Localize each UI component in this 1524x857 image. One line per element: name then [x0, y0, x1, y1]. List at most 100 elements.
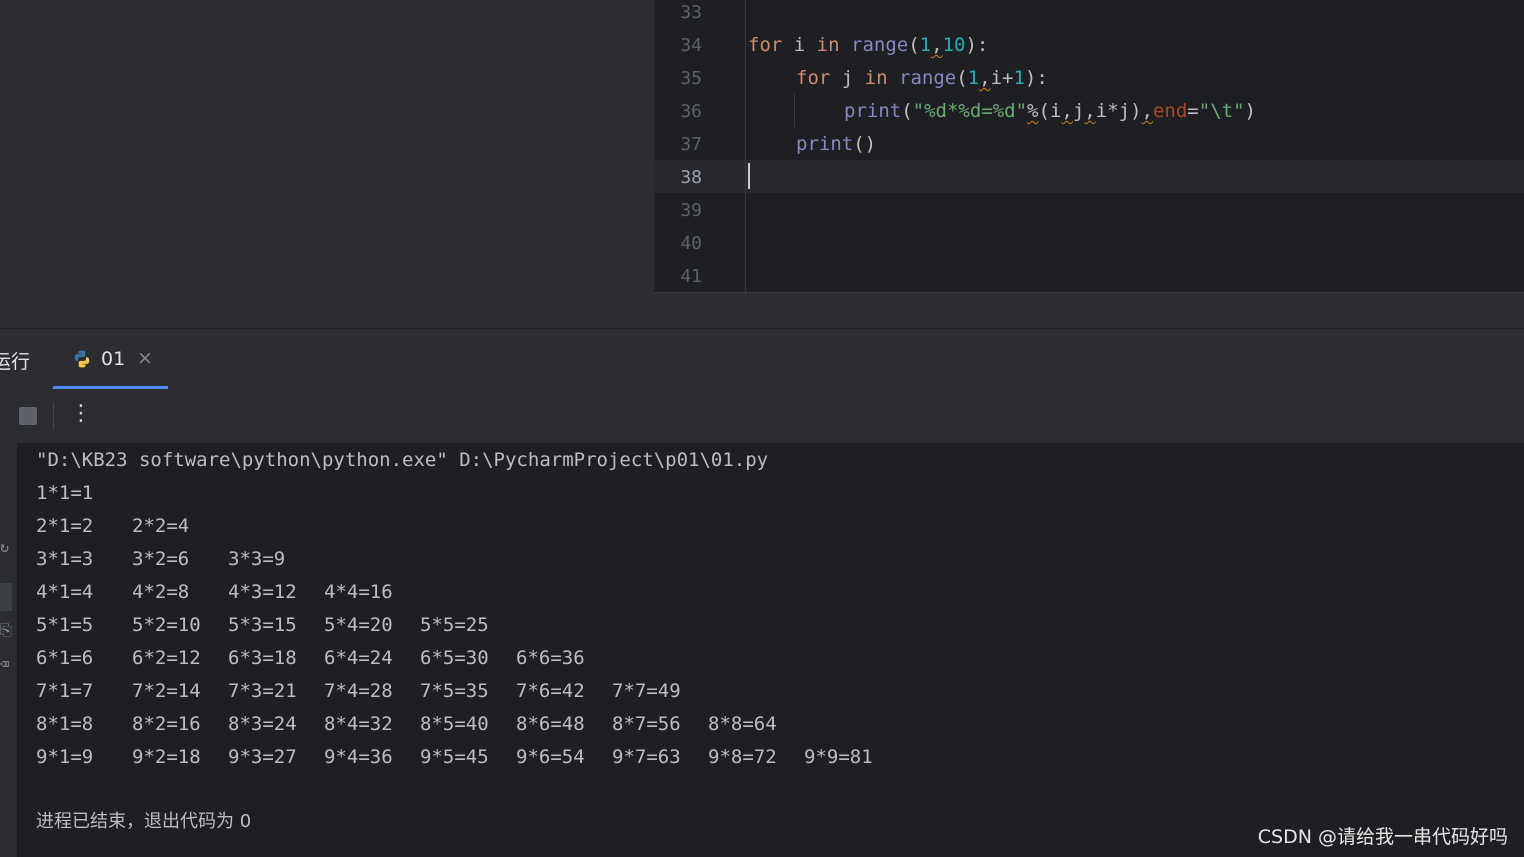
console-cell: 6*3=18 [228, 647, 297, 669]
console-cell: 7*5=35 [420, 680, 489, 702]
watermark: CSDN @请给我一串代码好吗 [1257, 826, 1508, 848]
identifier: j [830, 67, 865, 89]
run-toolbar: ⋮ [0, 390, 1524, 443]
console-cell: 8*2=16 [132, 713, 201, 735]
line-number: 37 [680, 134, 702, 155]
console-command-line: "D:\KB23 software\python\python.exe" D:\… [36, 449, 769, 471]
console-cell: 9*9=81 [804, 746, 873, 768]
console-cell: 7*3=21 [228, 680, 297, 702]
identifier: j [1072, 100, 1085, 122]
line-number: 33 [680, 2, 702, 23]
builtin: range [899, 67, 957, 89]
console-cell: 5*5=25 [420, 614, 489, 636]
code-line-37[interactable]: print() [796, 128, 876, 161]
side-icon[interactable]: ↻ [0, 538, 9, 556]
operator: = [1187, 100, 1199, 122]
punct: , [931, 34, 943, 56]
line-number: 39 [680, 200, 702, 221]
run-panel-title: 运行 [0, 351, 31, 373]
stop-icon[interactable] [19, 407, 37, 425]
console-cell: 8*6=48 [516, 713, 585, 735]
console-cell: 3*1=3 [36, 548, 94, 570]
console-cell: 5*3=15 [228, 614, 297, 636]
line-number-current: 38 [680, 167, 702, 188]
punct: ): [965, 34, 989, 56]
keyword: in [864, 67, 888, 89]
more-options-icon[interactable]: ⋮ [70, 401, 92, 426]
line-number: 35 [680, 68, 702, 89]
number: 10 [942, 34, 966, 56]
console-cell: 6*1=6 [36, 647, 94, 669]
console-cell: 6*5=30 [420, 647, 489, 669]
console-cell: 9*4=36 [324, 746, 393, 768]
editor-footer [654, 292, 1524, 328]
close-icon[interactable]: × [137, 347, 153, 369]
console-cell: 6*6=36 [516, 647, 585, 669]
console-cell: 8*4=32 [324, 713, 393, 735]
console-output[interactable]: "D:\KB23 software\python\python.exe" D:\… [18, 443, 1524, 857]
line-number: 34 [680, 35, 702, 56]
console-cell: 9*6=54 [516, 746, 585, 768]
console-side-toolbar: ↻ ⎘ ⌫ [0, 443, 18, 857]
number: 1 [1013, 67, 1025, 89]
console-cell: 9*1=9 [36, 746, 94, 768]
console-cell: 8*7=56 [612, 713, 681, 735]
python-icon [74, 350, 90, 368]
string: "%d*%d=%d" [912, 100, 1028, 122]
run-tool-window-header: 运行 01 × [0, 328, 1524, 391]
identifier: i*j) [1095, 100, 1142, 122]
side-icon[interactable]: ⌫ [0, 655, 9, 673]
string: "\t" [1198, 100, 1245, 122]
code-line-36[interactable]: print("%d*%d=%d"%(i,j,i*j),end="\t") [844, 95, 1256, 128]
console-cell: 5*4=20 [324, 614, 393, 636]
console-cell: 5*1=5 [36, 614, 94, 636]
identifier: i [782, 34, 817, 56]
punct: ( [901, 100, 913, 122]
punct: ) [1244, 100, 1256, 122]
parameter: end [1152, 100, 1188, 122]
identifier: (i [1038, 100, 1062, 122]
console-cell: 3*2=6 [132, 548, 190, 570]
builtin: range [851, 34, 909, 56]
tab-run-01[interactable]: 01 × [53, 329, 168, 390]
console-cell: 9*3=27 [228, 746, 297, 768]
punct: , [1084, 100, 1096, 122]
side-icon[interactable]: ⎘ [0, 621, 12, 639]
keyword: for [748, 34, 783, 56]
console-cell: 8*8=64 [708, 713, 777, 735]
console-cell: 7*7=49 [612, 680, 681, 702]
console-cell: 8*3=24 [228, 713, 297, 735]
console-cell: 3*3=9 [228, 548, 286, 570]
builtin: print [844, 100, 902, 122]
console-cell: 4*4=16 [324, 581, 393, 603]
console-cell: 9*2=18 [132, 746, 201, 768]
punct: ( [956, 67, 968, 89]
keyword: in [816, 34, 840, 56]
number: 1 [919, 34, 932, 56]
process-exit-message: 进程已结束，退出代码为 0 [36, 811, 252, 832]
punct: , [1141, 100, 1153, 122]
line-number-gutter: 33 34 35 36 37 38 39 40 41 [654, 0, 746, 292]
side-icon-active[interactable] [0, 583, 12, 611]
console-cell: 7*4=28 [324, 680, 393, 702]
console-cell: 6*2=12 [132, 647, 201, 669]
code-editor[interactable]: 33 34 35 36 37 38 39 40 41 for i in rang… [654, 0, 1524, 292]
number: 1 [967, 67, 980, 89]
identifier: i+ [990, 67, 1014, 89]
code-line-35[interactable]: for j in range(1,i+1): [796, 62, 1048, 95]
toolbar-divider [53, 402, 54, 430]
punct: ( [908, 34, 920, 56]
builtin: print [796, 133, 854, 155]
punct: , [979, 67, 991, 89]
console-cell: 5*2=10 [132, 614, 201, 636]
console-cell: 1*1=1 [36, 482, 94, 504]
line-number: 40 [680, 233, 702, 254]
console-cell: 2*2=4 [132, 515, 190, 537]
console-cell: 7*6=42 [516, 680, 585, 702]
tab-label: 01 [101, 348, 126, 370]
console-cell: 2*1=2 [36, 515, 94, 537]
code-line-34[interactable]: for i in range(1,10): [748, 29, 988, 62]
operator: % [1027, 100, 1039, 122]
active-tab-indicator [53, 386, 168, 389]
